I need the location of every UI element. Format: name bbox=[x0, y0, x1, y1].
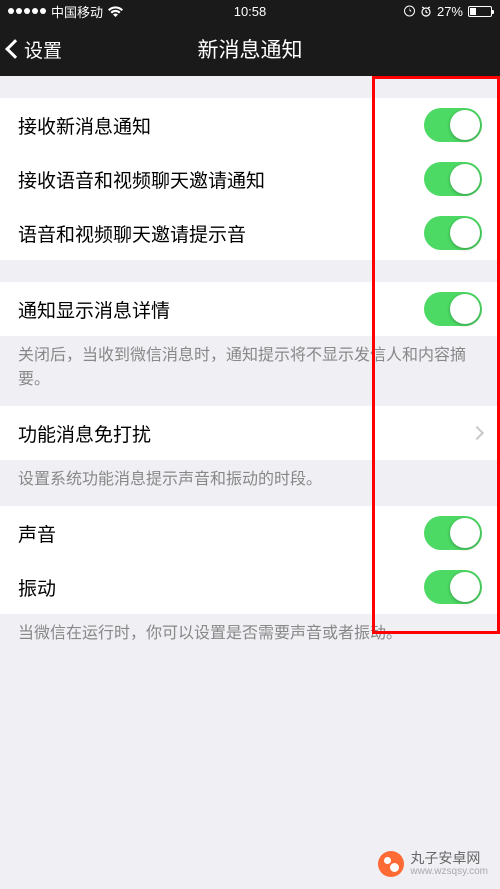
settings-group: 功能消息免打扰 bbox=[0, 406, 500, 460]
battery-icon bbox=[468, 6, 492, 17]
group-footer: 设置系统功能消息提示声音和振动的时段。 bbox=[0, 460, 500, 506]
setting-row-vibrate: 振动 bbox=[0, 560, 500, 614]
chevron-left-icon bbox=[5, 39, 25, 59]
setting-row-call-invite-sound: 语音和视频聊天邀请提示音 bbox=[0, 206, 500, 260]
row-label: 振动 bbox=[18, 574, 56, 601]
status-bar: 中国移动 10:58 27% bbox=[0, 0, 500, 22]
row-label: 接收语音和视频聊天邀请通知 bbox=[18, 166, 265, 193]
watermark-logo-icon bbox=[378, 851, 404, 877]
wifi-icon bbox=[108, 6, 123, 17]
group-footer: 关闭后，当收到微信消息时，通知提示将不显示发信人和内容摘要。 bbox=[0, 336, 500, 406]
back-button[interactable]: 设置 bbox=[8, 36, 62, 63]
row-label: 功能消息免打扰 bbox=[18, 420, 151, 447]
signal-dots-icon bbox=[8, 8, 46, 14]
status-time: 10:58 bbox=[234, 4, 267, 19]
row-label: 声音 bbox=[18, 520, 56, 547]
row-label: 接收新消息通知 bbox=[18, 112, 151, 139]
alarm-icon bbox=[420, 5, 432, 17]
page-title: 新消息通知 bbox=[198, 34, 303, 64]
toggle-sound[interactable] bbox=[424, 516, 482, 550]
nav-bar: 设置 新消息通知 bbox=[0, 22, 500, 76]
battery-percent: 27% bbox=[437, 4, 463, 19]
toggle-vibrate[interactable] bbox=[424, 570, 482, 604]
back-label: 设置 bbox=[24, 36, 62, 63]
setting-row-sound: 声音 bbox=[0, 506, 500, 560]
toggle-receive-new-msg[interactable] bbox=[424, 108, 482, 142]
status-left: 中国移动 bbox=[8, 2, 123, 21]
row-label: 通知显示消息详情 bbox=[18, 296, 170, 323]
lock-icon bbox=[404, 5, 415, 17]
toggle-show-detail[interactable] bbox=[424, 292, 482, 326]
watermark-name: 丸子安卓网 bbox=[410, 851, 488, 866]
setting-row-dnd[interactable]: 功能消息免打扰 bbox=[0, 406, 500, 460]
watermark: 丸子安卓网 www.wzsqsy.com bbox=[378, 851, 488, 877]
status-right: 27% bbox=[404, 4, 492, 19]
settings-group: 声音 振动 bbox=[0, 506, 500, 614]
row-label: 语音和视频聊天邀请提示音 bbox=[18, 220, 246, 247]
settings-group: 接收新消息通知 接收语音和视频聊天邀请通知 语音和视频聊天邀请提示音 bbox=[0, 98, 500, 260]
setting-row-receive-call-invite: 接收语音和视频聊天邀请通知 bbox=[0, 152, 500, 206]
setting-row-receive-new-msg: 接收新消息通知 bbox=[0, 98, 500, 152]
group-footer: 当微信在运行时，你可以设置是否需要声音或者振动。 bbox=[0, 614, 500, 660]
settings-group: 通知显示消息详情 bbox=[0, 282, 500, 336]
toggle-call-invite-sound[interactable] bbox=[424, 216, 482, 250]
watermark-url: www.wzsqsy.com bbox=[410, 866, 488, 877]
setting-row-show-detail: 通知显示消息详情 bbox=[0, 282, 500, 336]
chevron-right-icon bbox=[470, 426, 484, 440]
carrier-label: 中国移动 bbox=[51, 2, 103, 21]
toggle-receive-call-invite[interactable] bbox=[424, 162, 482, 196]
